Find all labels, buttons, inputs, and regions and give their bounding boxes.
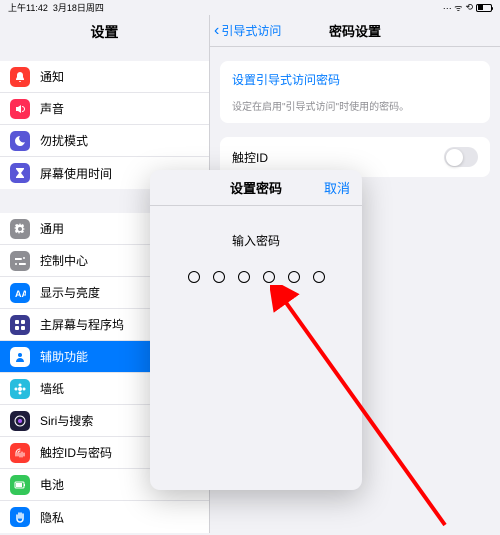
switches-icon: [10, 251, 30, 271]
passcode-dot: [263, 271, 275, 283]
set-password-link[interactable]: 设置引导式访问密码: [220, 61, 490, 98]
cancel-button[interactable]: 取消: [324, 178, 350, 197]
detail-header: ‹ 引导式访问 密码设置: [210, 15, 500, 47]
aa-icon: AA: [10, 283, 30, 303]
passcode-dot: [288, 271, 300, 283]
passcode-dot: [188, 271, 200, 283]
passcode-dots: [150, 271, 362, 283]
rotation-icon: ⟲: [465, 2, 473, 13]
set-password-card: 设置引导式访问密码 设定在启用"引导式访问"时使用的密码。: [220, 61, 490, 123]
detail-title: 密码设置: [329, 21, 381, 40]
sidebar-item-label: 隐私: [40, 509, 64, 526]
modal-title: 设置密码: [230, 178, 282, 197]
set-password-subtitle: 设定在启用"引导式访问"时使用的密码。: [220, 98, 490, 123]
sidebar-item-label: 勿扰模式: [40, 132, 88, 149]
svg-text:AA: AA: [15, 289, 26, 299]
modal-prompt: 输入密码: [150, 232, 362, 249]
status-date: 3月18日周四: [53, 1, 104, 14]
sidebar-item-label: 墙纸: [40, 380, 64, 397]
status-right: ⋯ ᯤ ⟲: [443, 1, 492, 14]
status-bar: 上午11:42 3月18日周四 ⋯ ᯤ ⟲: [0, 0, 500, 15]
status-time: 上午11:42: [8, 1, 48, 14]
passcode-dot: [213, 271, 225, 283]
flower-icon: [10, 379, 30, 399]
sidebar-item-moon[interactable]: 勿扰模式: [0, 125, 209, 157]
back-label: 引导式访问: [221, 22, 281, 39]
grid-icon: [10, 315, 30, 335]
battery-icon: [10, 475, 30, 495]
siri-icon: [10, 411, 30, 431]
sidebar-item-label: 主屏幕与程序坞: [40, 316, 124, 333]
sidebar-item-label: Siri与搜索: [40, 412, 93, 429]
back-button[interactable]: ‹ 引导式访问: [210, 22, 281, 40]
gear-icon: [10, 219, 30, 239]
sidebar-item-label: 屏幕使用时间: [40, 165, 112, 182]
sidebar-item-label: 辅助功能: [40, 348, 88, 365]
passcode-modal: 设置密码 取消 输入密码: [150, 170, 362, 490]
passcode-dot: [313, 271, 325, 283]
person-icon: [10, 347, 30, 367]
fingerprint-icon: [10, 443, 30, 463]
hand-icon: [10, 507, 30, 527]
sidebar-item-label: 声音: [40, 100, 64, 117]
sound-icon: [10, 99, 30, 119]
bell-icon: [10, 67, 30, 87]
battery-icon: [476, 4, 492, 12]
sidebar-item-sound[interactable]: 声音: [0, 93, 209, 125]
sidebar-item-label: 触控ID与密码: [40, 444, 112, 461]
chevron-left-icon: ‹: [214, 22, 219, 40]
sidebar-title: 设置: [0, 15, 209, 49]
moon-icon: [10, 131, 30, 151]
sidebar-item-hand[interactable]: 隐私: [0, 501, 209, 533]
sidebar-item-bell[interactable]: 通知: [0, 61, 209, 93]
hourglass-icon: [10, 163, 30, 183]
passcode-dot: [238, 271, 250, 283]
wifi-icon: ⋯ ᯤ: [443, 1, 463, 14]
sidebar-item-label: 通用: [40, 220, 64, 237]
sidebar-item-label: 通知: [40, 68, 64, 85]
sidebar-item-label: 控制中心: [40, 252, 88, 269]
sidebar-item-label: 显示与亮度: [40, 284, 100, 301]
touch-id-label: 触控ID: [232, 149, 268, 166]
touch-id-toggle[interactable]: [444, 147, 478, 167]
sidebar-item-label: 电池: [40, 476, 64, 493]
